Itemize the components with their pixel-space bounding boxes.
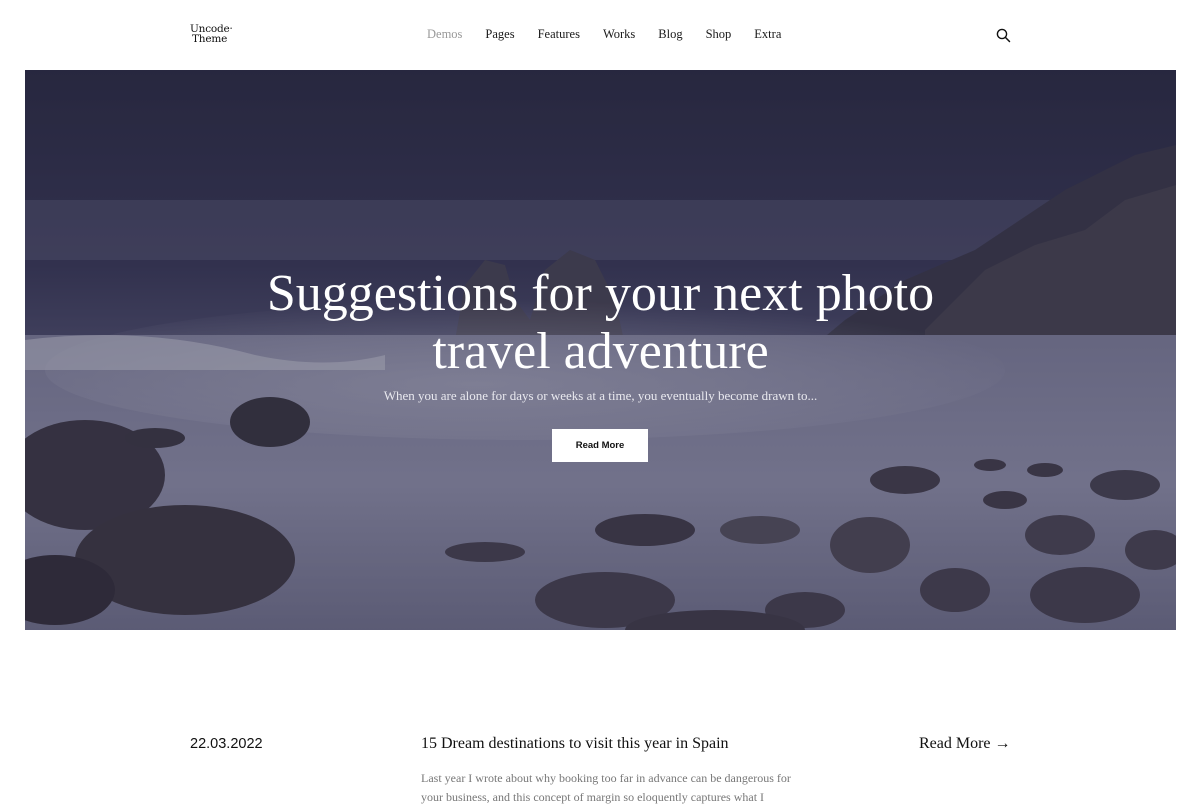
post-read-more-link[interactable]: Read More →: [919, 735, 1011, 753]
hero-read-more-button[interactable]: Read More: [552, 429, 648, 462]
main-nav: Demos Pages Features Works Blog Shop Ext…: [427, 27, 804, 42]
hero-title-line-1: Suggestions for your next photo: [266, 265, 935, 322]
post-date: 22.03.2022: [190, 736, 263, 752]
search-button[interactable]: [996, 28, 1011, 43]
site-header: Uncode• Theme Demos Pages Features Works…: [0, 0, 1200, 70]
search-icon: [996, 28, 1011, 43]
logo-line-2: Theme: [192, 32, 228, 45]
site-logo[interactable]: Uncode• Theme: [190, 24, 232, 45]
hero-title: Suggestions for your next photo travel a…: [25, 265, 1176, 381]
nav-item-blog[interactable]: Blog: [658, 27, 682, 42]
nav-item-features[interactable]: Features: [538, 27, 580, 42]
post-excerpt: Last year I wrote about why booking too …: [421, 771, 791, 804]
nav-item-pages[interactable]: Pages: [485, 27, 514, 42]
post-title-link[interactable]: 15 Dream destinations to visit this year…: [421, 735, 729, 753]
nav-item-extra[interactable]: Extra: [754, 27, 781, 42]
nav-item-shop[interactable]: Shop: [706, 27, 732, 42]
nav-item-demos[interactable]: Demos: [427, 27, 462, 42]
nav-item-works[interactable]: Works: [603, 27, 635, 42]
hero-subtitle: When you are alone for days or weeks at …: [383, 388, 818, 403]
hero-banner: Suggestions for your next photo travel a…: [25, 70, 1176, 630]
hero-title-line-2: travel adventure: [432, 323, 769, 380]
